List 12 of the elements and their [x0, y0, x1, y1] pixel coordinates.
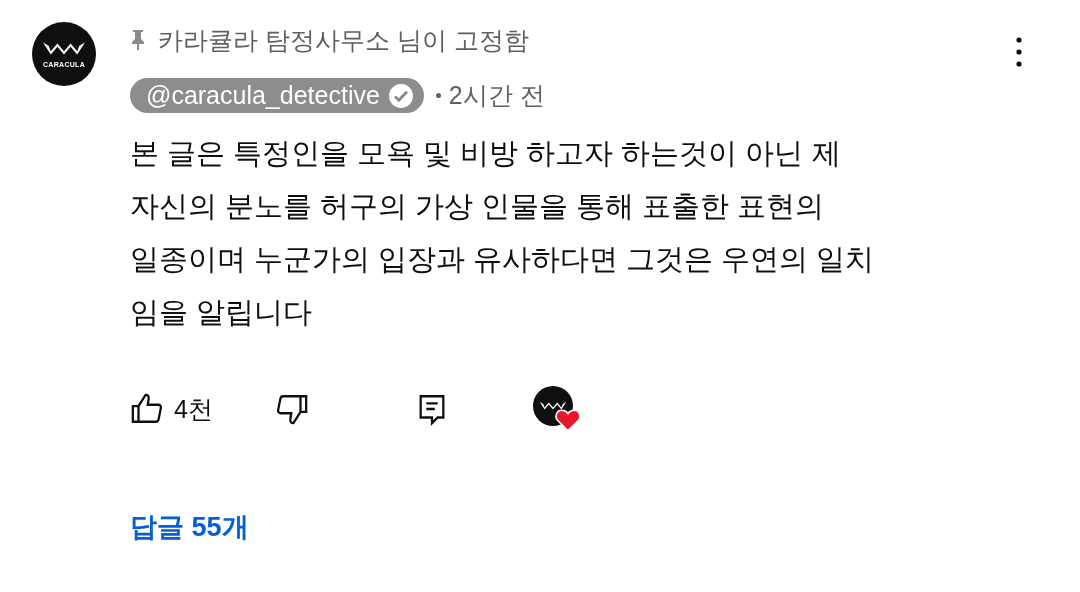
separator-dot [435, 93, 441, 98]
pin-icon [130, 29, 146, 51]
mask-icon [42, 40, 86, 57]
comment-time: 2시간 전 [448, 80, 545, 111]
like-button[interactable]: 4천 [130, 392, 275, 426]
comment-text: 본 글은 특정인을 모욕 및 비방 하고자 하는것이 아닌 제 자신의 분노를 허구의 가상 인물을 통해 표출한 표현의 일종이며 누군가의 입장과 유사하다면 그것은 우연의 일치 임을 알립니다 [130, 136, 876, 330]
replies-link[interactable]: 답글 55개 [130, 509, 1014, 545]
thumbs-down-icon [275, 392, 309, 426]
mask-icon [539, 401, 567, 411]
pinned-note: 카라큘라 탐정사무소 님이 고정함 [158, 24, 529, 56]
more-options-icon[interactable] [1014, 36, 1024, 70]
thumbs-up-icon [130, 392, 164, 426]
